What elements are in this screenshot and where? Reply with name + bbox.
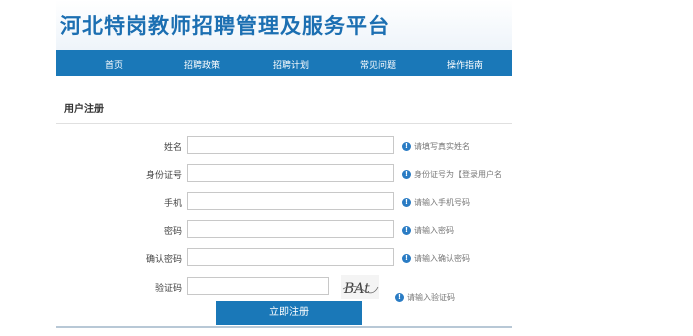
nav-item-guide[interactable]: 操作指南 xyxy=(447,58,483,71)
register-button[interactable]: 立即注册 xyxy=(216,301,362,325)
info-icon: ! xyxy=(395,293,404,302)
site-title: 河北特岗教师招聘管理及服务平台 xyxy=(60,14,390,38)
phone-hint: ! 请输入手机号码 xyxy=(402,197,470,208)
main-nav: 首页 招聘政策 招聘计划 常见问题 操作指南 xyxy=(56,50,512,76)
nav-item-recruit-plan[interactable]: 招聘计划 xyxy=(273,58,309,71)
name-label: 姓名 xyxy=(163,143,182,153)
nav-item-faq[interactable]: 常见问题 xyxy=(360,58,396,71)
password-hint: ! 请输入密码 xyxy=(402,225,454,236)
info-icon: ! xyxy=(402,226,411,235)
nav-item-recruit-policy[interactable]: 招聘政策 xyxy=(184,58,220,71)
info-icon: ! xyxy=(402,254,411,263)
name-hint: ! 请填写真实姓名 xyxy=(402,141,470,152)
section-title: 用户注册 xyxy=(64,104,104,115)
site-header: 河北特岗教师招聘管理及服务平台 xyxy=(56,0,512,50)
captcha-hint: ! 请输入验证码 xyxy=(395,292,455,303)
confirm-password-label: 确认密码 xyxy=(145,255,182,265)
divider xyxy=(56,123,512,124)
info-icon: ! xyxy=(402,170,411,179)
captcha-label: 验证码 xyxy=(154,284,182,294)
footer-line xyxy=(56,326,512,328)
password-label: 密码 xyxy=(163,227,182,237)
id-number-hint: ! 身份证号为【登录用户名 xyxy=(402,169,512,180)
captcha-image[interactable]: BAt xyxy=(341,275,379,299)
nav-item-home[interactable]: 首页 xyxy=(105,58,123,71)
phone-label: 手机 xyxy=(163,199,182,209)
confirm-password-hint: ! 请输入确认密码 xyxy=(402,253,470,264)
password-input[interactable] xyxy=(187,220,394,238)
id-number-input[interactable] xyxy=(187,164,394,182)
confirm-password-input[interactable] xyxy=(187,248,394,266)
captcha-input[interactable] xyxy=(187,277,329,295)
info-icon: ! xyxy=(402,142,411,151)
name-input[interactable] xyxy=(187,136,394,154)
captcha-text: BAt xyxy=(343,281,370,297)
page-frame: 河北特岗教师招聘管理及服务平台 首页 招聘政策 招聘计划 常见问题 操作指南 用… xyxy=(56,0,512,336)
id-number-label: 身份证号 xyxy=(145,171,182,181)
info-icon: ! xyxy=(402,198,411,207)
phone-input[interactable] xyxy=(187,192,394,210)
